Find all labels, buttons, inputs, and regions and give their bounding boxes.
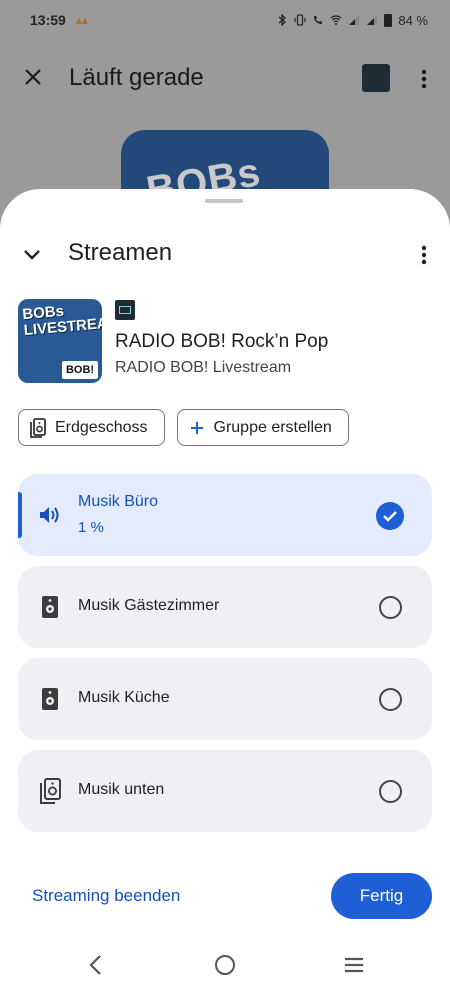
volume-icon [38,502,62,528]
chip-label: Gruppe erstellen [213,418,332,436]
station-album-art: BOBs LIVESTREAM BOB! [18,299,102,383]
status-time: 13:59 [30,12,66,28]
system-nav-bar [0,941,450,989]
station-subtitle: RADIO BOB! Livestream [115,359,292,376]
sheet-header: Streamen [0,233,450,277]
chip-erdgeschoss[interactable]: Erdgeschoss [18,409,165,446]
bluetooth-icon [278,14,287,26]
device-item-musik-gaestezimmer[interactable]: Musik Gästezimmer [18,566,432,648]
device-name: Musik unten [78,781,165,798]
now-playing-title: Läuft gerade [69,64,204,91]
call-wifi-icon [314,16,323,24]
speaker-group-icon [29,417,47,438]
device-name: Musik Büro [78,493,159,510]
stop-streaming-button[interactable]: Streaming beenden [32,886,180,906]
signal-icon [349,15,360,25]
speaker-icon [38,686,62,712]
sheet-title: Streamen [68,239,173,266]
tunein-logo [362,64,390,92]
device-list: Musik Büro 1 % Musik Gästezimmer Musik K… [18,474,432,842]
radio-button[interactable] [379,780,402,803]
device-item-musik-buero[interactable]: Musik Büro 1 % [18,474,432,556]
background-header: Läuft gerade [0,52,450,104]
radio-button[interactable] [379,688,402,711]
chevron-down-icon [24,250,40,260]
more-vert-icon[interactable] [414,66,434,92]
done-button[interactable]: Fertig [331,873,432,919]
wifi-icon [330,15,342,25]
radio-button[interactable] [379,596,402,619]
speaker-group-icon [38,778,62,804]
collapse-button[interactable] [18,241,46,269]
drag-handle[interactable] [205,199,243,203]
chip-create-group[interactable]: Gruppe erstellen [176,409,349,446]
battery-icon [384,13,393,27]
plus-icon [188,418,206,438]
sheet-more-button[interactable] [414,241,434,269]
chip-row: Erdgeschoss Gruppe erstellen [18,409,349,446]
vibrate-icon [294,14,306,26]
device-name: Musik Gästezimmer [78,597,220,614]
status-bar: 13:59 ▴▴ 84 % [0,0,450,40]
speaker-icon [38,594,62,620]
recents-icon[interactable] [344,957,364,973]
check-circle-icon[interactable] [376,502,404,530]
close-icon[interactable] [20,64,46,90]
battery-percent: 84 % [398,12,428,28]
device-volume: 1 % [78,519,104,536]
signal-icon-2 [367,15,378,25]
back-icon[interactable] [86,953,106,977]
home-icon[interactable] [215,955,235,975]
cast-bottom-sheet: Streamen BOBs LIVESTREAM BOB! RADIO BOB!… [0,189,450,990]
art-title: BOBs LIVESTREAM [22,299,102,340]
status-icons: 84 % [276,13,428,28]
more-vert-icon [421,245,427,265]
notification-icon: ▴▴ [75,13,88,27]
bob-logo: BOB! [62,361,98,379]
device-item-musik-kueche[interactable]: Musik Küche [18,658,432,740]
device-name: Musik Küche [78,689,170,706]
device-item-musik-unten[interactable]: Musik unten [18,750,432,832]
tunein-icon [115,300,135,320]
chip-label: Erdgeschoss [55,418,148,436]
station-name: RADIO BOB! Rock’n Pop [115,331,329,352]
now-playing-station: BOBs LIVESTREAM BOB! RADIO BOB! Rock’n P… [18,299,438,383]
